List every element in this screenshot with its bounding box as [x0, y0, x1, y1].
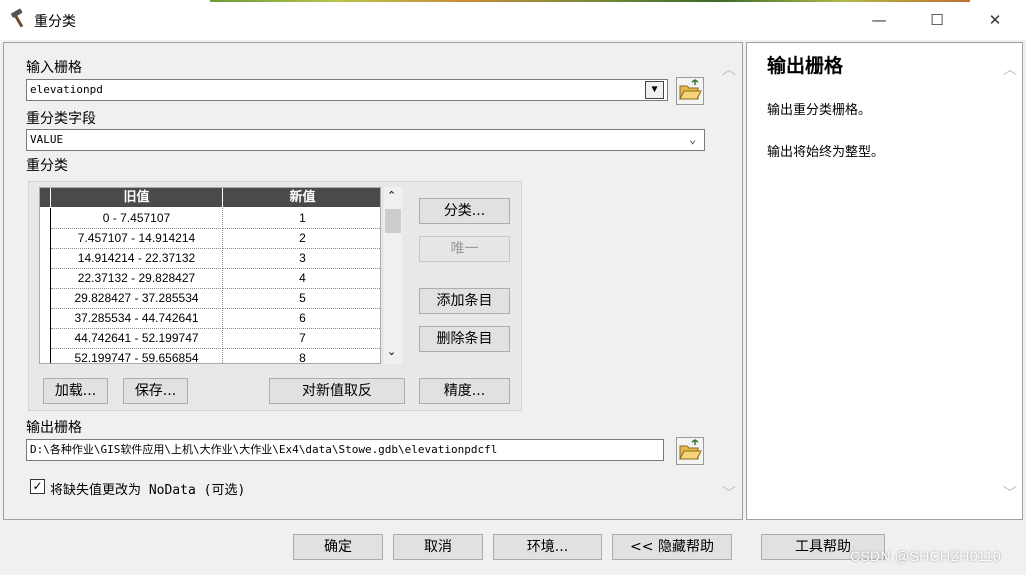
row-selector[interactable]: [40, 308, 51, 329]
minimize-button[interactable]: —: [856, 6, 902, 34]
ok-button[interactable]: 确定: [293, 534, 383, 560]
folder-open-icon: [679, 439, 702, 460]
table-row[interactable]: 37.285534 - 44.742641 6: [40, 308, 380, 329]
old-value-cell[interactable]: 14.914214 - 22.37132: [51, 248, 223, 269]
chevron-down-icon[interactable]: ▼: [645, 81, 664, 99]
new-value-cell[interactable]: 8: [223, 348, 380, 363]
table-row[interactable]: 0 - 7.457107 1: [40, 208, 380, 229]
new-value-cell[interactable]: 2: [223, 228, 380, 249]
chevron-up-icon[interactable]: ︿: [1003, 59, 1017, 79]
table-corner: [40, 188, 50, 207]
environments-button[interactable]: 环境...: [493, 534, 602, 560]
input-raster-value: elevationpd: [30, 83, 103, 96]
help-paragraph: 输出重分类栅格。: [767, 103, 872, 118]
chevron-down-icon[interactable]: ﹀: [1003, 483, 1017, 503]
input-raster-label: 输入栅格: [26, 60, 82, 76]
parameters-pane: 输入栅格 elevationpd ▼ 重分类字段 VALUE ⌄ 重分类 旧值 …: [3, 42, 743, 520]
row-selector[interactable]: [40, 348, 51, 363]
reclass-label: 重分类: [26, 158, 68, 174]
browse-input-button[interactable]: [676, 77, 704, 105]
old-value-cell[interactable]: 29.828427 - 37.285534: [51, 288, 223, 309]
new-value-cell[interactable]: 7: [223, 328, 380, 349]
old-value-cell[interactable]: 52.199747 - 59.656854: [51, 348, 223, 363]
cancel-button[interactable]: 取消: [393, 534, 483, 560]
folder-open-icon: [679, 79, 702, 100]
reclass-field-value: VALUE: [30, 133, 64, 146]
table-row[interactable]: 52.199747 - 59.656854 8: [40, 348, 380, 363]
row-selector[interactable]: [40, 208, 51, 229]
old-value-cell[interactable]: 0 - 7.457107: [51, 208, 223, 229]
close-button[interactable]: ✕: [972, 6, 1018, 34]
output-raster-input[interactable]: D:\各种作业\GIS软件应用\上机\大作业\大作业\Ex4\data\Stow…: [26, 439, 664, 461]
chevron-down-icon[interactable]: ﹀: [722, 483, 736, 503]
old-value-cell[interactable]: 7.457107 - 14.914214: [51, 228, 223, 249]
chevron-up-icon[interactable]: ︿: [722, 59, 736, 79]
row-selector[interactable]: [40, 228, 51, 249]
reverse-new-values-button[interactable]: 对新值取反: [269, 378, 405, 404]
column-header-old[interactable]: 旧值: [51, 188, 222, 207]
save-button[interactable]: 保存...: [123, 378, 188, 404]
browse-output-button[interactable]: [676, 437, 704, 465]
table-row[interactable]: 44.742641 - 52.199747 7: [40, 328, 380, 349]
old-value-cell[interactable]: 37.285534 - 44.742641: [51, 308, 223, 329]
table-row[interactable]: 14.914214 - 22.37132 3: [40, 248, 380, 269]
precision-button[interactable]: 精度...: [419, 378, 510, 404]
row-selector[interactable]: [40, 268, 51, 289]
delete-entry-button[interactable]: 删除条目: [419, 326, 510, 352]
input-raster-combo[interactable]: elevationpd ▼: [26, 79, 668, 101]
watermark: CSDN @SHCHZH0110: [850, 548, 1002, 564]
add-entry-button[interactable]: 添加条目: [419, 288, 510, 314]
new-value-cell[interactable]: 4: [223, 268, 380, 289]
output-raster-value: D:\各种作业\GIS软件应用\上机\大作业\大作业\Ex4\data\Stow…: [30, 443, 498, 456]
row-selector[interactable]: [40, 288, 51, 309]
new-value-cell[interactable]: 3: [223, 248, 380, 269]
chevron-down-icon: ⌄: [689, 132, 697, 146]
output-raster-label: 输出栅格: [26, 420, 82, 436]
unique-button[interactable]: 唯一: [419, 236, 510, 262]
maximize-button[interactable]: ☐: [914, 6, 960, 34]
table-scrollbar[interactable]: ⌃ ⌄: [384, 187, 402, 364]
table-row[interactable]: 22.37132 - 29.828427 4: [40, 268, 380, 289]
title-bar: 重分类 — ☐ ✕: [0, 0, 1026, 40]
new-value-cell[interactable]: 6: [223, 308, 380, 329]
hide-help-button[interactable]: << 隐藏帮助: [612, 534, 732, 560]
hammer-icon: [8, 8, 30, 30]
reclass-group: 旧值 新值 0 - 7.457107 1 7.457107 - 14.914214 2…: [28, 181, 522, 411]
reclass-table[interactable]: 旧值 新值 0 - 7.457107 1 7.457107 - 14.914214 2…: [39, 187, 381, 364]
chevron-down-icon[interactable]: ⌄: [387, 345, 396, 358]
new-value-cell[interactable]: 1: [223, 208, 380, 229]
chevron-up-icon[interactable]: ⌃: [387, 189, 396, 202]
load-button[interactable]: 加载...: [43, 378, 108, 404]
old-value-cell[interactable]: 22.37132 - 29.828427: [51, 268, 223, 289]
row-selector[interactable]: [40, 328, 51, 349]
reclass-field-label: 重分类字段: [26, 111, 96, 127]
scrollbar-thumb[interactable]: [385, 209, 401, 233]
classify-button[interactable]: 分类...: [419, 198, 510, 224]
help-pane: 输出栅格 输出重分类栅格。 输出将始终为整型。 ︿ ﹀: [746, 42, 1023, 520]
new-value-cell[interactable]: 5: [223, 288, 380, 309]
help-title: 输出栅格: [767, 55, 844, 77]
nodata-checkbox-label: 将缺失值更改为 NoData (可选): [50, 483, 246, 498]
help-paragraph: 输出将始终为整型。: [767, 145, 885, 160]
nodata-checkbox[interactable]: ✓: [30, 479, 45, 494]
column-header-new[interactable]: 新值: [223, 188, 380, 207]
row-selector[interactable]: [40, 248, 51, 269]
table-row[interactable]: 29.828427 - 37.285534 5: [40, 288, 380, 309]
window-title: 重分类: [34, 14, 76, 30]
title-decoration: [210, 0, 970, 2]
old-value-cell[interactable]: 44.742641 - 52.199747: [51, 328, 223, 349]
table-row[interactable]: 7.457107 - 14.914214 2: [40, 228, 380, 249]
reclass-field-select[interactable]: VALUE ⌄: [26, 129, 705, 151]
